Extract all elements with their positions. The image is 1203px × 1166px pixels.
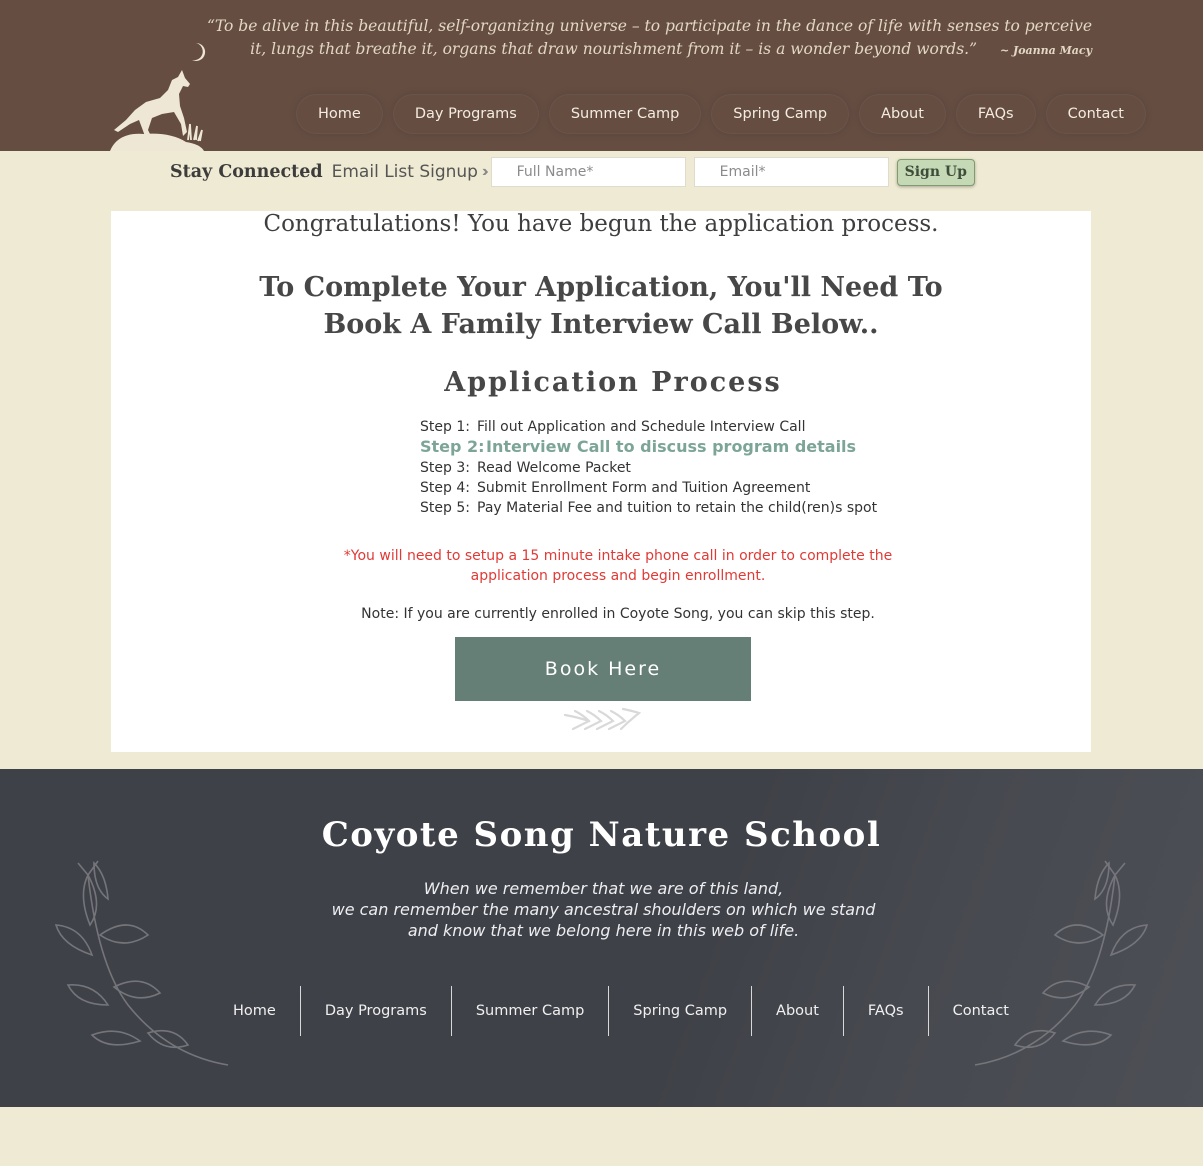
warning-line1: *You will need to setup a 15 minute inta… xyxy=(343,548,893,564)
step-item-active: Step 2:Interview Call to discuss program… xyxy=(420,437,877,458)
stay-connected-label: Stay Connected xyxy=(170,162,323,182)
quote-text: “To be alive in this beautiful, self-org… xyxy=(206,17,1092,58)
nav-home[interactable]: Home xyxy=(296,94,383,134)
email-signup-bar: Stay Connected Email List Signup ›› Sign… xyxy=(170,157,975,187)
footer-quote-line2: we can remember the many ancestral shoul… xyxy=(331,900,876,919)
footer-quote-line1: When we remember that we are of this lan… xyxy=(423,879,784,898)
nav-about[interactable]: About xyxy=(859,94,946,134)
step-number: Step 5: xyxy=(420,500,470,516)
nav-faqs[interactable]: FAQs xyxy=(955,94,1036,134)
nav-contact[interactable]: Contact xyxy=(1045,94,1146,134)
step-text: Read Welcome Packet xyxy=(477,460,631,476)
application-card: Congratulations! You have begun the appl… xyxy=(111,211,1091,752)
footer-quote-line3: and know that we belong here in this web… xyxy=(407,921,800,940)
sign-up-button[interactable]: Sign Up xyxy=(896,158,975,186)
coyote-howling-logo[interactable] xyxy=(108,40,212,151)
step-number: Step 2: xyxy=(420,437,485,456)
footer-nav-faqs[interactable]: FAQs xyxy=(842,986,928,1036)
complete-heading: To Complete Your Application, You'll Nee… xyxy=(111,269,1091,343)
header-quote: “To be alive in this beautiful, self-org… xyxy=(192,15,1092,62)
email-input[interactable] xyxy=(693,157,889,187)
nav-day-programs[interactable]: Day Programs xyxy=(392,94,539,134)
step-number: Step 4: xyxy=(420,480,470,496)
footer-nav-contact[interactable]: Contact xyxy=(927,986,1033,1036)
step-item: Step 1: Fill out Application and Schedule… xyxy=(420,417,877,437)
steps-list: Step 1: Fill out Application and Schedule… xyxy=(420,417,877,518)
email-list-label: Email List Signup xyxy=(331,162,478,182)
step-text: Interview Call to discuss program detail… xyxy=(486,437,857,456)
step-item: Step 4: Submit Enrollment Form and Tuitio… xyxy=(420,478,877,498)
application-process-title: Application Process xyxy=(444,367,782,398)
footer-school-name: Coyote Song Nature School xyxy=(321,815,882,855)
enrolled-note: Note: If you are currently enrolled in C… xyxy=(361,606,875,622)
footer-nav-about[interactable]: About xyxy=(751,986,843,1036)
arrows-decoration-icon xyxy=(563,707,642,731)
footer-nav-home[interactable]: Home xyxy=(209,986,300,1036)
step-number: Step 3: xyxy=(420,460,470,476)
step-text: Fill out Application and Schedule Interv… xyxy=(477,419,806,435)
intake-call-warning: *You will need to setup a 15 minute inta… xyxy=(111,546,1125,586)
nav-summer-camp[interactable]: Summer Camp xyxy=(548,94,702,134)
double-chevron-icon: ›› xyxy=(481,163,488,180)
footer-nav-day-programs[interactable]: Day Programs xyxy=(299,986,451,1036)
footer-nav: Home Day Programs Summer Camp Spring Cam… xyxy=(209,986,1033,1036)
footer-nav-summer-camp[interactable]: Summer Camp xyxy=(450,986,608,1036)
nav-spring-camp[interactable]: Spring Camp xyxy=(711,94,850,134)
site-header: “To be alive in this beautiful, self-org… xyxy=(0,0,1203,151)
complete-heading-line1: To Complete Your Application, You'll Nee… xyxy=(259,272,943,303)
moon-icon xyxy=(192,42,206,61)
step-item: Step 5: Pay Material Fee and tuition to r… xyxy=(420,498,877,518)
warning-line2: application process and begin enrollment… xyxy=(470,568,766,584)
step-item: Step 3: Read Welcome Packet xyxy=(420,458,877,478)
footer-nav-spring-camp[interactable]: Spring Camp xyxy=(608,986,751,1036)
footer-quote: When we remember that we are of this lan… xyxy=(0,878,1203,941)
book-here-button[interactable]: Book Here xyxy=(455,637,751,701)
full-name-input[interactable] xyxy=(490,157,686,187)
main-nav: Home Day Programs Summer Camp Spring Cam… xyxy=(296,94,1146,134)
quote-author: ~ Joanna Macy xyxy=(999,44,1092,57)
step-text: Submit Enrollment Form and Tuition Agree… xyxy=(477,480,811,496)
step-text: Pay Material Fee and tuition to retain t… xyxy=(477,500,878,516)
congrats-heading: Congratulations! You have begun the appl… xyxy=(263,211,939,237)
step-number: Step 1: xyxy=(420,419,470,435)
complete-heading-line2: Book A Family Interview Call Below.. xyxy=(323,309,879,340)
site-footer: Coyote Song Nature School When we rememb… xyxy=(0,769,1203,1107)
